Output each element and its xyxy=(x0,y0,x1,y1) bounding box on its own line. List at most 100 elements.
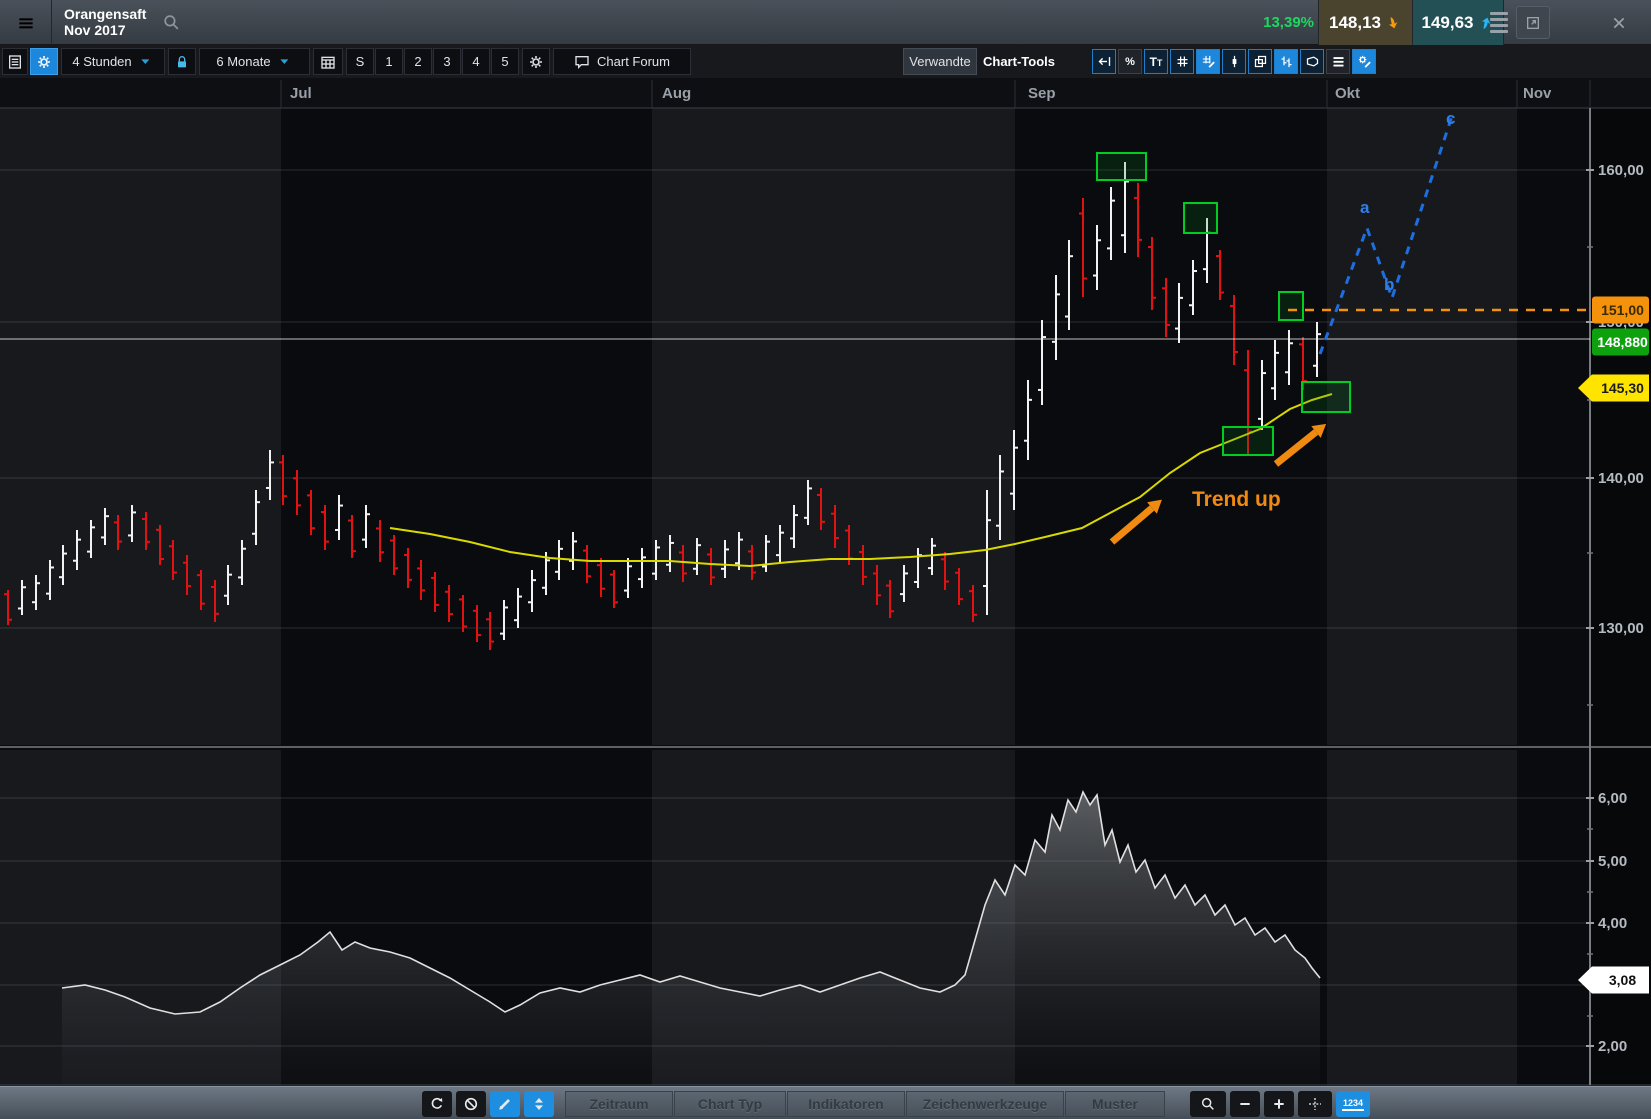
grid-pencil-icon xyxy=(1201,54,1216,69)
crosshair-icon xyxy=(1307,1096,1323,1112)
chevron-down-icon xyxy=(138,54,154,70)
chat-bubble-icon xyxy=(574,54,590,70)
chart-typ-button[interactable]: Chart Typ xyxy=(674,1091,786,1117)
range-dropdown[interactable]: 6 Monate xyxy=(199,48,310,75)
crosshair-button[interactable] xyxy=(1298,1091,1332,1117)
price-badge-value: 145,30 xyxy=(1601,380,1644,396)
axis-label: 6,00 xyxy=(1598,790,1627,807)
percent-icon: % xyxy=(1125,56,1135,68)
interval-dropdown[interactable]: 4 Stunden xyxy=(61,48,165,75)
ohlc-bars-icon xyxy=(1279,54,1294,69)
month-band xyxy=(281,108,652,745)
candle-type-button[interactable] xyxy=(1222,49,1246,74)
chart-forum-button[interactable]: Chart Forum xyxy=(553,48,691,75)
month-band xyxy=(652,108,1015,745)
zeitraum-button[interactable]: Zeitraum xyxy=(565,1091,673,1117)
close-icon xyxy=(1611,15,1627,31)
disable-drawing-button[interactable] xyxy=(456,1091,486,1117)
title-bar: OrangensaftNov 2017 13,39% 148,13 149,63 xyxy=(0,0,1651,45)
reset-chart-button[interactable] xyxy=(422,1091,452,1117)
undo-button[interactable] xyxy=(1092,49,1116,74)
speed-button-3[interactable]: 3 xyxy=(433,48,461,75)
candlestick-icon xyxy=(1227,54,1242,69)
month-label: Okt xyxy=(1335,85,1360,102)
wave-label[interactable]: a xyxy=(1360,198,1370,217)
trend-up-label[interactable]: Trend up xyxy=(1192,488,1281,511)
calendar-button[interactable] xyxy=(313,48,343,75)
month-band xyxy=(1517,108,1590,745)
gear-icon xyxy=(528,54,544,70)
chart-settings-button[interactable] xyxy=(30,48,58,75)
layout-button[interactable] xyxy=(1248,49,1272,74)
chart-toolbar: 4 Stunden 6 Monate S 1 2 3 4 5 Chart For… xyxy=(0,45,1651,78)
undo-icon xyxy=(1097,54,1112,69)
up-down-arrows-icon xyxy=(531,1096,547,1112)
close-button[interactable] xyxy=(1602,6,1636,39)
sell-price-button[interactable]: 148,13 xyxy=(1318,0,1412,45)
month-band xyxy=(1327,750,1517,1085)
axis-margin xyxy=(1590,108,1651,1085)
axis-label: 130,00 xyxy=(1598,620,1644,637)
settings-button[interactable] xyxy=(522,48,550,75)
speed-button-2[interactable]: 2 xyxy=(404,48,432,75)
gear-icon xyxy=(36,54,52,70)
search-icon[interactable] xyxy=(162,13,181,32)
annotation-box[interactable] xyxy=(1097,153,1146,180)
pencil-icon xyxy=(497,1096,513,1112)
axis-label: 160,00 xyxy=(1598,162,1644,179)
zoom-in-button[interactable] xyxy=(1264,1091,1294,1117)
speed-button-s[interactable]: S xyxy=(346,48,374,75)
indikatoren-button[interactable]: Indikatoren xyxy=(787,1091,905,1117)
speed-button-5[interactable]: 5 xyxy=(491,48,519,75)
lock-interval-button[interactable] xyxy=(168,48,196,75)
shape-tool-button[interactable] xyxy=(1300,49,1324,74)
grid-edit-button[interactable] xyxy=(1196,49,1220,74)
related-button[interactable]: Verwandte xyxy=(903,48,977,75)
annotation-box[interactable] xyxy=(1223,427,1273,455)
price-chart[interactable]: JulAugSepOktNovabcTrend up160,00150,0014… xyxy=(0,78,1651,1086)
text-tool-button[interactable]: TT xyxy=(1144,49,1168,74)
month-label: Jul xyxy=(290,85,312,102)
price-badge-value: 151,00 xyxy=(1601,302,1644,318)
axis-label: 140,00 xyxy=(1598,470,1644,487)
chevron-down-icon xyxy=(277,54,293,70)
annotation-box[interactable] xyxy=(1302,382,1350,412)
instrument-expiry: Nov 2017 xyxy=(64,22,125,38)
speed-button-4[interactable]: 4 xyxy=(462,48,490,75)
muster-button[interactable]: Muster xyxy=(1065,1091,1165,1117)
wave-label[interactable]: b xyxy=(1384,275,1394,294)
indicator-edit-button[interactable] xyxy=(1352,49,1376,74)
grid-button[interactable] xyxy=(1170,49,1194,74)
wave-label[interactable]: c xyxy=(1446,109,1455,128)
grid-icon xyxy=(1175,54,1190,69)
axis-label: 2,00 xyxy=(1598,1038,1627,1055)
lock-icon xyxy=(174,54,190,70)
layers-icon xyxy=(1253,54,1268,69)
speed-button-1[interactable]: 1 xyxy=(375,48,403,75)
zeichenwerkzeuge-button[interactable]: Zeichenwerkzeuge xyxy=(906,1091,1064,1117)
month-header xyxy=(0,78,1651,108)
plus-icon xyxy=(1271,1096,1287,1112)
menu-button[interactable] xyxy=(0,0,52,45)
detach-window-button[interactable] xyxy=(1516,6,1550,39)
lines-button[interactable] xyxy=(1326,49,1350,74)
zoom-out-button[interactable] xyxy=(1230,1091,1260,1117)
refresh-icon xyxy=(429,1096,445,1112)
range-value: 6 Monate xyxy=(216,54,270,69)
zoom-button[interactable] xyxy=(1190,1091,1226,1117)
numbers-icon: 1234 xyxy=(1342,1098,1364,1111)
draw-mode-button[interactable] xyxy=(490,1091,520,1117)
annotation-box[interactable] xyxy=(1279,292,1303,320)
text-tool-icon: TT xyxy=(1150,55,1163,69)
percent-scale-button[interactable]: % xyxy=(1118,49,1142,74)
sell-price: 148,13 xyxy=(1329,13,1381,33)
scale-mode-button[interactable] xyxy=(524,1091,554,1117)
price-badge-value: 148,880 xyxy=(1597,334,1648,350)
news-list-button[interactable] xyxy=(2,48,28,75)
gear-pencil-icon xyxy=(1357,54,1372,69)
annotation-box[interactable] xyxy=(1184,203,1217,233)
prohibit-icon xyxy=(463,1096,479,1112)
values-button[interactable]: 1234 xyxy=(1336,1091,1370,1117)
ohlc-type-button[interactable] xyxy=(1274,49,1298,74)
interval-value: 4 Stunden xyxy=(72,54,131,69)
